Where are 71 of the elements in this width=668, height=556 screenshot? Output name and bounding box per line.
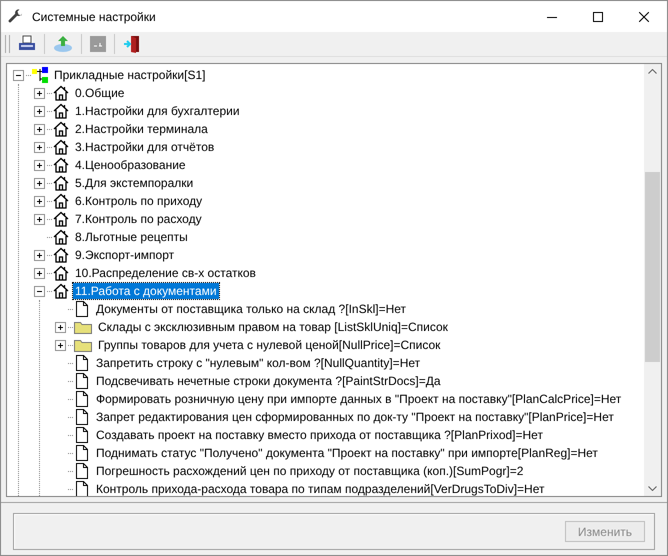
expand-toggle[interactable] [34,88,45,98]
tree-item[interactable]: Прикладные настройки[S1] [52,67,208,83]
tree-item[interactable]: 1.Настройки для бухгалтерии [73,103,242,119]
document-icon [74,445,90,461]
maximize-icon[interactable] [593,12,603,22]
tree-item[interactable]: Подсвечивать нечетные строки документа ?[PaintStrDocs]=Да [94,373,443,389]
expand-toggle[interactable] [34,196,45,206]
house-icon [53,283,69,299]
house-icon [53,121,69,137]
tree-item[interactable]: Создавать проект на поставку вместо прихода от поставщика ?[PlanPrixod]=Нет [94,427,545,443]
tree-item[interactable]: Формировать розничную цену при импорте данных в "Проект на поставку"[PlanCalcPrice]=Нет [94,391,624,407]
tree-item[interactable]: 6.Контроль по приходу [73,193,204,209]
house-icon [53,157,69,173]
tree-item[interactable]: 10.Распределение св-х остатков [73,265,258,281]
scroll-down-icon[interactable] [648,486,657,491]
scrollbar-thumb[interactable] [645,172,660,362]
document-icon [74,391,90,407]
document-icon [74,301,90,317]
expand-toggle[interactable] [55,322,66,332]
expand-toggle[interactable] [34,142,45,152]
house-icon [53,211,69,227]
tree-item[interactable]: Группы товаров для учета с нулевой ценой[NullPrice]=Список [96,337,442,353]
tree-item[interactable]: Контроль прихода-расхода товара по типам подразделений[VerDrugsToDiv]=Нет [94,481,546,496]
tree-item[interactable]: 0.Общие [73,85,126,101]
collapse-toggle[interactable] [34,286,45,296]
expand-toggle[interactable] [34,124,45,134]
house-icon [53,103,69,119]
house-icon [53,247,69,263]
printer-icon[interactable] [18,35,36,53]
expand-toggle[interactable] [34,160,45,170]
tree-item[interactable]: 2.Настройки терминала [73,121,210,137]
document-icon [74,427,90,443]
tree-item[interactable]: 3.Настройки для отчётов [73,139,216,155]
expand-toggle[interactable] [34,268,45,278]
document-icon [74,373,90,389]
house-icon [53,85,69,101]
exit-door-icon[interactable] [123,35,141,53]
house-icon [53,229,69,245]
tree-item[interactable]: 11.Работа с документами [73,283,219,299]
tree-item[interactable]: 7.Контроль по расходу [73,211,204,227]
document-icon [74,355,90,371]
house-icon [53,193,69,209]
tree-item[interactable]: 8.Льготные рецепты [73,229,190,245]
tree-item[interactable]: Документы от поставщика только на склад ?[InSkl]=Нет [94,301,408,317]
collapse-toggle[interactable] [13,70,24,80]
window-title: Системные настройки [32,10,156,24]
expand-toggle[interactable] [34,106,45,116]
folder-icon [74,319,92,335]
tree-item[interactable]: Поднимать статус "Получено" документа "Проект на поставку" при импорте[PlanReg]=Нет [94,445,600,461]
expand-toggle[interactable] [34,178,45,188]
tree-item[interactable]: Склады с эксклюзивным правом на товар [ListSklUniq]=Список [96,319,450,335]
tree-item[interactable]: Запретить строку с "нулевым" кол-вом ?[NullQuantity]=Нет [94,355,422,371]
expand-toggle[interactable] [55,340,66,350]
document-icon [74,463,90,479]
house-icon [53,139,69,155]
tree-structure-icon [32,67,48,83]
close-icon[interactable] [639,12,649,22]
house-icon [53,265,69,281]
tree-item[interactable]: 4.Ценообразование [73,157,188,173]
expand-toggle[interactable] [34,250,45,260]
folder-icon [74,337,92,353]
scroll-up-icon[interactable] [648,69,657,74]
expand-toggle[interactable] [34,214,45,224]
tree-item[interactable]: 9.Экспорт-импорт [73,247,176,263]
tree-item[interactable]: 5.Для экстемпоралки [73,175,196,191]
scrollbar[interactable] [644,64,661,496]
wrench-icon [8,8,24,24]
tree-item[interactable]: Запрет редактирования цен сформированных по док-ту "Проект на поставку"[PlanPrice]=Нет [94,409,616,425]
house-icon [53,175,69,191]
tree-item[interactable]: Погрешность расхождений цен по приходу от поставщика (коп.)[SumPogr]=2 [94,463,526,479]
document-icon [74,409,90,425]
